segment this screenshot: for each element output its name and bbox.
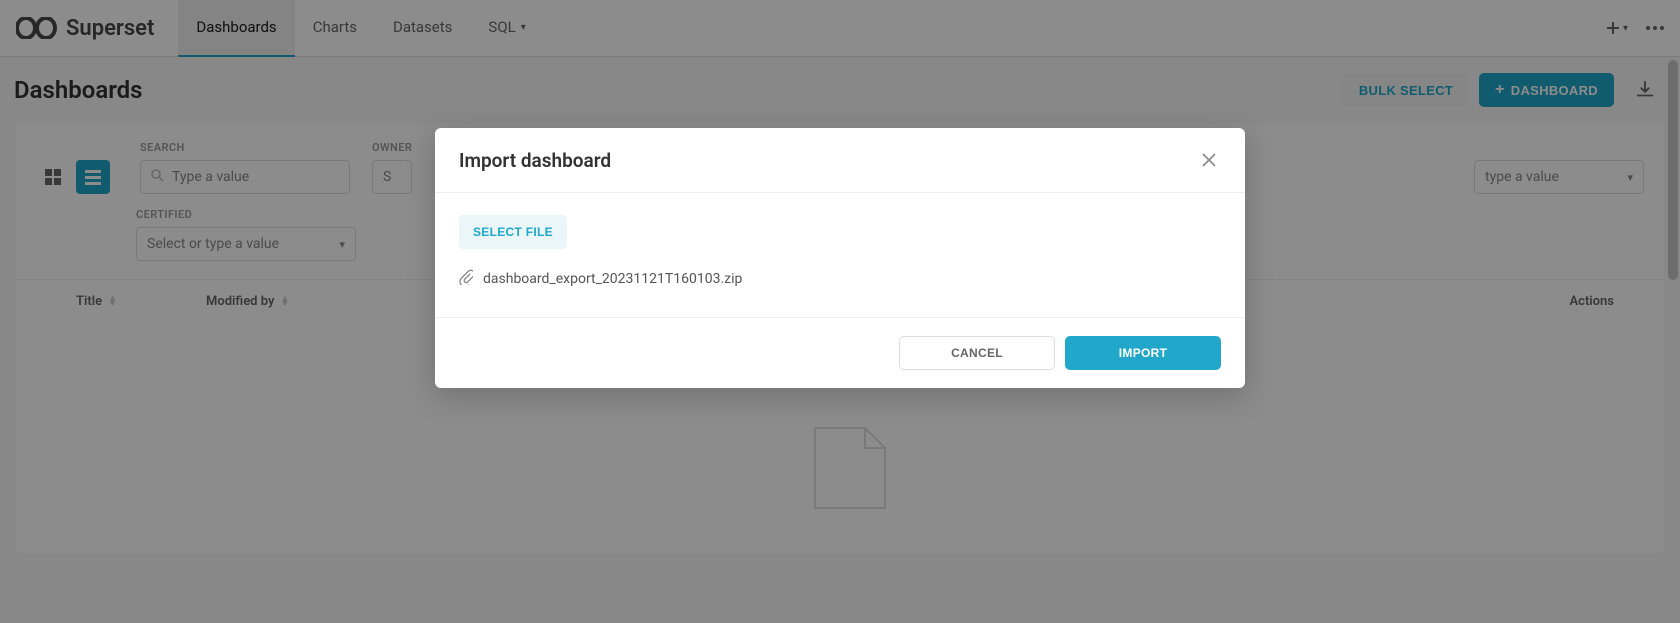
modal-overlay[interactable]: Import dashboard SELECT FILE dashboard_e… bbox=[0, 0, 1680, 623]
selected-filename: dashboard_export_20231121T160103.zip bbox=[483, 271, 742, 287]
modal-close-button[interactable] bbox=[1197, 148, 1221, 172]
import-confirm-button[interactable]: IMPORT bbox=[1065, 336, 1221, 370]
paperclip-icon bbox=[459, 269, 473, 289]
select-file-button[interactable]: SELECT FILE bbox=[459, 215, 567, 249]
modal-title: Import dashboard bbox=[459, 149, 1197, 172]
close-icon bbox=[1201, 152, 1217, 168]
import-dashboard-modal: Import dashboard SELECT FILE dashboard_e… bbox=[435, 128, 1245, 388]
cancel-button[interactable]: CANCEL bbox=[899, 336, 1055, 370]
selected-file-row: dashboard_export_20231121T160103.zip bbox=[459, 269, 1221, 289]
